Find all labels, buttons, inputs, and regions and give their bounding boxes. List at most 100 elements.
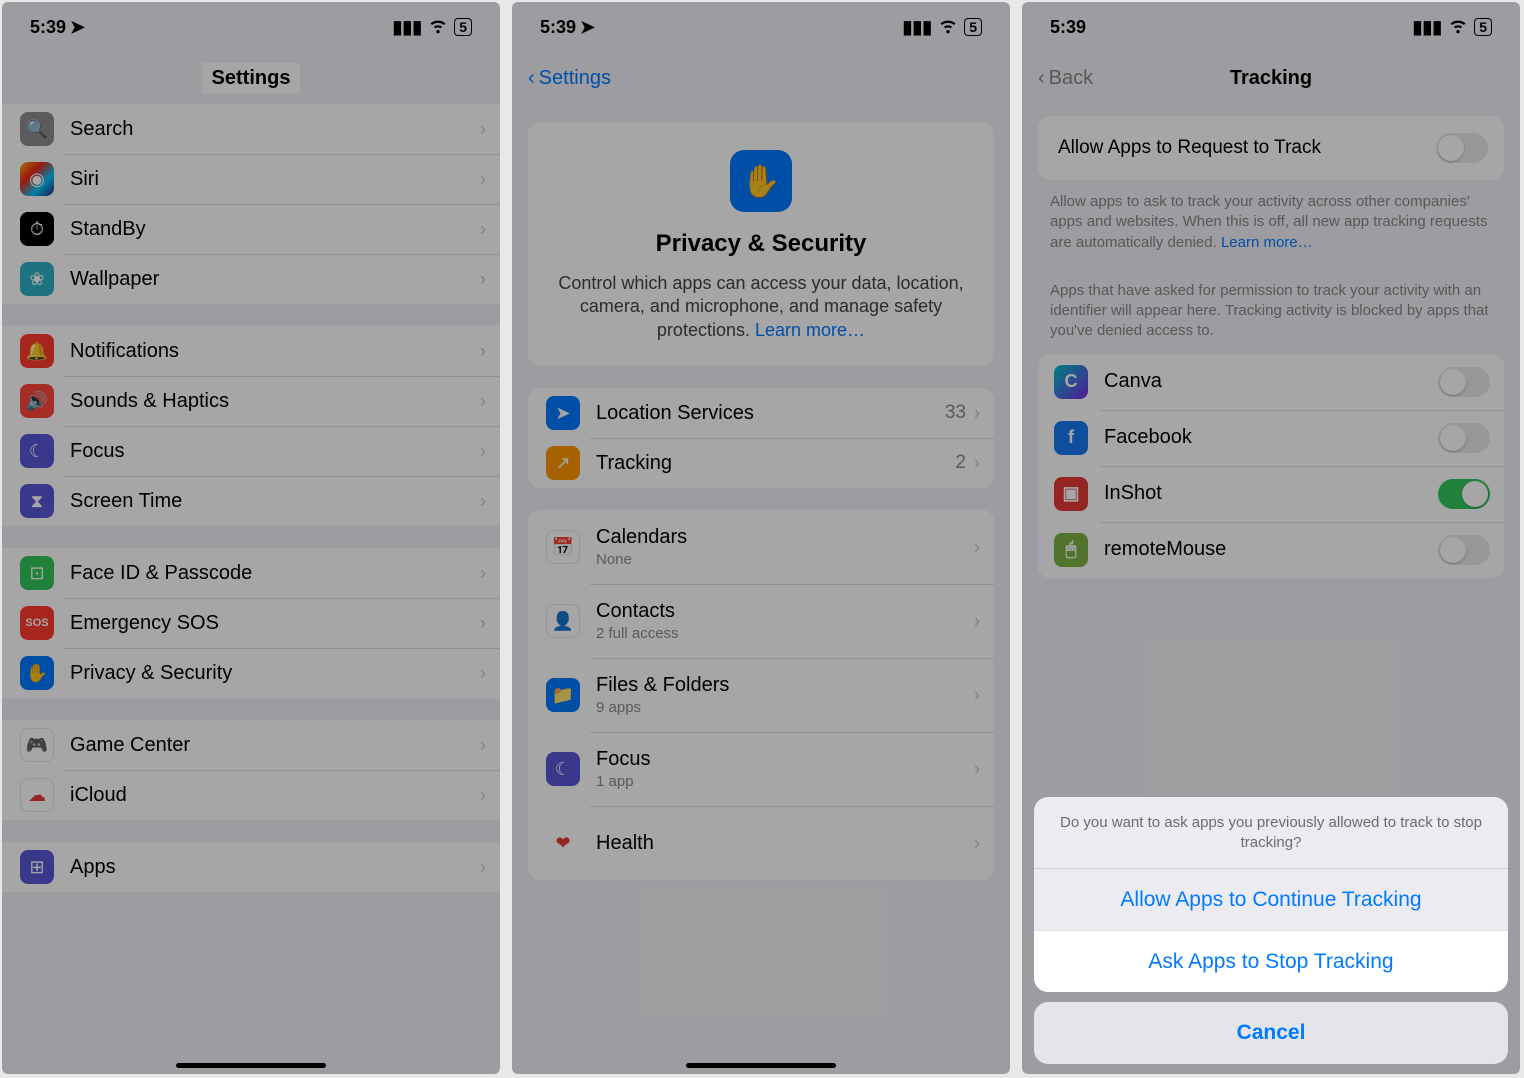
screen-privacy: 5:39 ➤ ▮▮▮ 5 ‹ Settings ✋ Privacy & Secu…	[512, 2, 1010, 1074]
chevron-right-icon: ›	[974, 537, 980, 558]
row-sublabel: 2 full access	[596, 625, 974, 642]
row-value: 2	[955, 452, 966, 474]
calendar-icon: 📅	[546, 530, 580, 564]
settings-row-icloud[interactable]: ☁︎iCloud›	[2, 770, 500, 820]
app-row-canva[interactable]: CCanva	[1038, 354, 1504, 410]
row-label: Health	[596, 832, 974, 855]
row-label: Focus	[70, 440, 480, 463]
sheet-stop-button[interactable]: Ask Apps to Stop Tracking	[1034, 930, 1508, 992]
settings-row-privacy-security[interactable]: ✋Privacy & Security›	[2, 648, 500, 698]
allow-tracking-toggle[interactable]	[1436, 133, 1488, 163]
settings-row-contacts[interactable]: 👤Contacts2 full access›	[528, 584, 994, 658]
app-toggle[interactable]	[1438, 535, 1490, 565]
row-label: iCloud	[70, 784, 480, 807]
page-title: Settings	[202, 63, 301, 94]
settings-row-files-folders[interactable]: 📁Files & Folders9 apps›	[528, 658, 994, 732]
app-toggle[interactable]	[1438, 423, 1490, 453]
remotemouse-icon: 🖱	[1054, 533, 1088, 567]
location-arrow-icon: ➤	[70, 17, 85, 38]
chevron-right-icon: ›	[480, 341, 486, 362]
app-row-remotemouse[interactable]: 🖱remoteMouse	[1038, 522, 1504, 578]
app-label: Facebook	[1104, 426, 1438, 449]
sheet-message: Do you want to ask apps you previously a…	[1034, 797, 1508, 868]
nav-header: ‹ Back Tracking	[1022, 52, 1520, 104]
back-label: Settings	[539, 67, 611, 90]
health-icon: ❤︎	[546, 826, 580, 860]
app-row-inshot[interactable]: ▣InShot	[1038, 466, 1504, 522]
learn-more-link[interactable]: Learn more…	[755, 320, 865, 340]
chevron-left-icon: ‹	[528, 67, 535, 90]
back-button[interactable]: ‹ Settings	[528, 67, 611, 90]
status-bar: 5:39 ➤ ▮▮▮ 5	[2, 2, 500, 52]
row-label: Wallpaper	[70, 268, 480, 291]
back-button[interactable]: ‹ Back	[1038, 67, 1093, 90]
chevron-right-icon: ›	[480, 785, 486, 806]
settings-row-notifications[interactable]: 🔔Notifications›	[2, 326, 500, 376]
settings-row-standby[interactable]: ⏱StandBy›	[2, 204, 500, 254]
allow-tracking-label: Allow Apps to Request to Track	[1058, 137, 1436, 159]
app-row-facebook[interactable]: f Facebook	[1038, 410, 1504, 466]
row-label: Face ID & Passcode	[70, 562, 480, 585]
chevron-right-icon: ›	[480, 219, 486, 240]
chevron-right-icon: ›	[480, 169, 486, 190]
files-icon: 📁	[546, 678, 580, 712]
search-icon: 🔍	[20, 112, 54, 146]
home-indicator[interactable]	[176, 1063, 326, 1068]
row-label: Emergency SOS	[70, 612, 480, 635]
tracking-icon: ↗	[546, 446, 580, 480]
facebook-icon: f	[1054, 421, 1088, 455]
settings-row-emergency-sos[interactable]: SOSEmergency SOS›	[2, 598, 500, 648]
settings-row-game-center[interactable]: 🎮Game Center›	[2, 720, 500, 770]
settings-row-search[interactable]: 🔍Search›	[2, 104, 500, 154]
gamecenter-icon: 🎮	[20, 728, 54, 762]
app-label: InShot	[1104, 482, 1438, 505]
chevron-right-icon: ›	[480, 663, 486, 684]
settings-row-focus[interactable]: ☾Focus1 app›	[528, 732, 994, 806]
row-value: 33	[945, 402, 966, 424]
app-toggle[interactable]	[1438, 367, 1490, 397]
status-time: 5:39	[1050, 17, 1086, 38]
row-label: Notifications	[70, 340, 480, 363]
settings-row-face-id-passcode[interactable]: ⊡Face ID & Passcode›	[2, 548, 500, 598]
page-title: Tracking	[1230, 67, 1312, 90]
settings-row-tracking[interactable]: ↗Tracking2›	[528, 438, 994, 488]
location-arrow-icon: ➤	[580, 17, 595, 38]
settings-row-screen-time[interactable]: ⧗Screen Time›	[2, 476, 500, 526]
nav-header: ‹ Settings	[512, 52, 1010, 104]
settings-row-focus[interactable]: ☾Focus›	[2, 426, 500, 476]
row-label: Siri	[70, 168, 480, 191]
settings-row-calendars[interactable]: 📅CalendarsNone›	[528, 510, 994, 584]
row-sublabel: None	[596, 551, 974, 568]
home-indicator[interactable]	[686, 1063, 836, 1068]
row-label: StandBy	[70, 218, 480, 241]
contacts-icon: 👤	[546, 604, 580, 638]
row-label: Search	[70, 118, 480, 141]
settings-row-siri[interactable]: ◉ Siri›	[2, 154, 500, 204]
settings-row-sounds-haptics[interactable]: 🔊Sounds & Haptics›	[2, 376, 500, 426]
row-label: Privacy & Security	[70, 662, 480, 685]
back-label: Back	[1049, 67, 1093, 90]
focus-icon: ☾	[546, 752, 580, 786]
chevron-right-icon: ›	[480, 613, 486, 634]
settings-row-health[interactable]: ❤︎Health›	[528, 806, 994, 880]
chevron-right-icon: ›	[480, 269, 486, 290]
hourglass-icon: ⧗	[20, 484, 54, 518]
settings-row-location-services[interactable]: ➤Location Services33›	[528, 388, 994, 438]
faceid-icon: ⊡	[20, 556, 54, 590]
settings-row-wallpaper[interactable]: ❀Wallpaper›	[2, 254, 500, 304]
moon-icon: ☾	[20, 434, 54, 468]
action-sheet: Do you want to ask apps you previously a…	[1034, 797, 1508, 1064]
learn-more-link[interactable]: Learn more…	[1221, 234, 1313, 251]
siri-icon: ◉	[20, 162, 54, 196]
allow-tracking-row[interactable]: Allow Apps to Request to Track	[1038, 116, 1504, 180]
app-toggle[interactable]	[1438, 479, 1490, 509]
battery-icon: 5	[1474, 18, 1492, 36]
settings-row-apps[interactable]: ⊞Apps›	[2, 842, 500, 892]
chevron-right-icon: ›	[480, 391, 486, 412]
sheet-cancel-button[interactable]: Cancel	[1034, 1002, 1508, 1064]
apps-icon: ⊞	[20, 850, 54, 884]
chevron-right-icon: ›	[974, 685, 980, 706]
screen-tracking: 5:39 ▮▮▮ 5 ‹ Back Tracking Allow Apps to…	[1022, 2, 1520, 1074]
nav-header: Settings	[2, 52, 500, 104]
sheet-continue-button[interactable]: Allow Apps to Continue Tracking	[1034, 868, 1508, 930]
